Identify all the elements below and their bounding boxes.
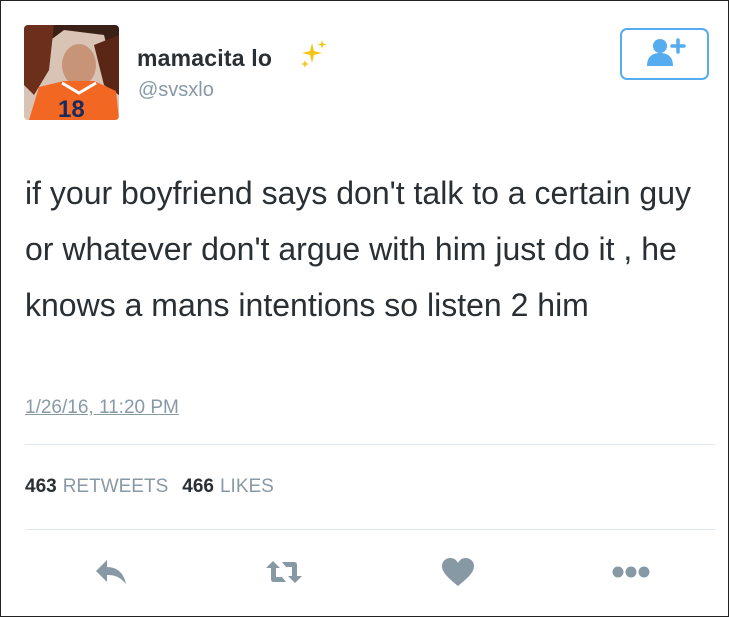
tweet-stats: 463 RETWEETS 466 LIKES	[25, 476, 274, 498]
divider	[25, 444, 715, 445]
action-bar	[91, 556, 651, 592]
reply-icon	[93, 557, 129, 592]
avatar-photo: 18	[24, 25, 119, 120]
more-button[interactable]	[611, 556, 651, 592]
divider	[25, 529, 715, 530]
jersey-number: 18	[58, 96, 85, 120]
tweet-timestamp[interactable]: 1/26/16, 11:20 PM	[25, 397, 179, 419]
like-button[interactable]	[438, 556, 478, 592]
tweet-text: if your boyfriend says don't talk to a c…	[25, 175, 692, 323]
add-user-icon	[643, 37, 687, 72]
follow-button[interactable]	[620, 28, 709, 80]
retweets-stat[interactable]: 463 RETWEETS	[25, 476, 168, 498]
likes-stat[interactable]: 466 LIKES	[182, 476, 274, 498]
retweets-count: 463	[25, 476, 57, 497]
reply-button[interactable]	[91, 556, 131, 592]
display-name[interactable]: mamacita lo	[137, 45, 272, 72]
more-icon	[611, 565, 651, 584]
retweets-label: RETWEETS	[62, 476, 169, 497]
tweet-card: 18 mamacita lo @svsxlo if your boyfriend…	[0, 0, 729, 617]
retweet-icon	[264, 557, 304, 592]
heart-icon	[441, 557, 475, 592]
avatar[interactable]: 18	[24, 25, 119, 120]
retweet-button[interactable]	[264, 556, 304, 592]
sparkles-icon	[299, 39, 329, 74]
likes-count: 466	[182, 476, 214, 497]
likes-label: LIKES	[219, 476, 274, 497]
user-handle[interactable]: @svsxlo	[138, 79, 214, 102]
